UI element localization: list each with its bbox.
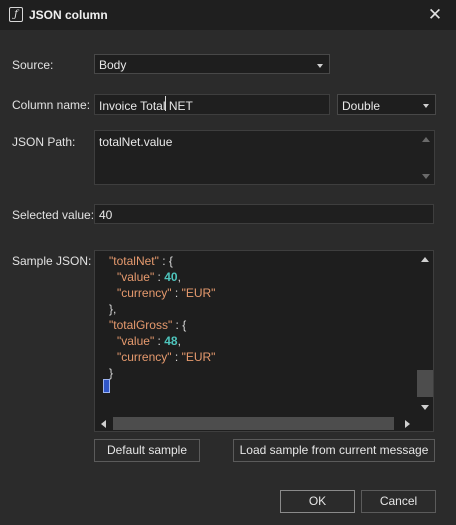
sample-json-editor[interactable]: "totalNet" : { "value" : 40, "currency" … — [94, 250, 434, 432]
window-title: JSON column — [29, 8, 108, 22]
function-icon: ƒ — [9, 7, 23, 22]
chevron-down-icon — [423, 104, 429, 108]
json-path-value: totalNet.value — [99, 135, 173, 149]
sample-json-label: Sample JSON: — [12, 254, 92, 268]
scroll-left-button[interactable] — [98, 418, 110, 430]
default-sample-button[interactable]: Default sample — [94, 439, 200, 462]
source-dropdown[interactable]: Body — [94, 54, 330, 74]
json-line: "totalGross" : { — [109, 318, 187, 332]
json-line: "value" : 40, — [117, 270, 181, 284]
load-sample-button[interactable]: Load sample from current message — [233, 439, 435, 462]
json-line: "currency" : "EUR" — [117, 350, 216, 364]
json-line: "value" : 48, — [117, 334, 181, 348]
arrow-up-icon — [422, 137, 430, 142]
cancel-button[interactable]: Cancel — [361, 490, 436, 513]
vertical-scroll-thumb[interactable] — [417, 370, 433, 397]
arrow-down-icon — [422, 174, 430, 179]
arrow-up-icon — [421, 257, 429, 262]
text-cursor — [165, 96, 166, 111]
json-line: "currency" : "EUR" — [117, 286, 216, 300]
json-line: }, — [109, 302, 117, 316]
source-value: Body — [99, 58, 127, 72]
arrow-right-icon — [405, 420, 410, 428]
selection-cursor — [103, 379, 110, 393]
column-type-dropdown[interactable]: Double — [337, 94, 436, 115]
source-label: Source: — [12, 58, 54, 72]
column-name-input[interactable]: Invoice Total NET — [94, 94, 330, 115]
scroll-up-button[interactable] — [419, 254, 431, 266]
column-name-value: Invoice Total NET — [99, 99, 193, 113]
json-path-input[interactable]: totalNet.value — [94, 130, 435, 185]
title-bar: ƒ JSON column ✕ — [0, 0, 456, 30]
close-icon[interactable]: ✕ — [426, 6, 444, 24]
scroll-right-button[interactable] — [401, 418, 413, 430]
json-line: "totalNet" : { — [109, 254, 173, 268]
selected-value-text: 40 — [99, 208, 113, 222]
column-type-value: Double — [342, 99, 381, 113]
scroll-up-button[interactable] — [420, 134, 432, 146]
column-name-label: Column name: — [12, 98, 91, 112]
arrow-left-icon — [101, 420, 106, 428]
horizontal-scroll-thumb[interactable] — [113, 417, 394, 430]
selected-value-field[interactable]: 40 — [94, 204, 434, 224]
arrow-down-icon — [421, 405, 429, 410]
ok-button[interactable]: OK — [280, 490, 355, 513]
scroll-down-button[interactable] — [419, 401, 431, 413]
json-path-label: JSON Path: — [12, 135, 76, 149]
chevron-down-icon — [317, 64, 323, 68]
scroll-down-button[interactable] — [420, 170, 432, 182]
selected-value-label: Selected value: — [12, 208, 95, 222]
